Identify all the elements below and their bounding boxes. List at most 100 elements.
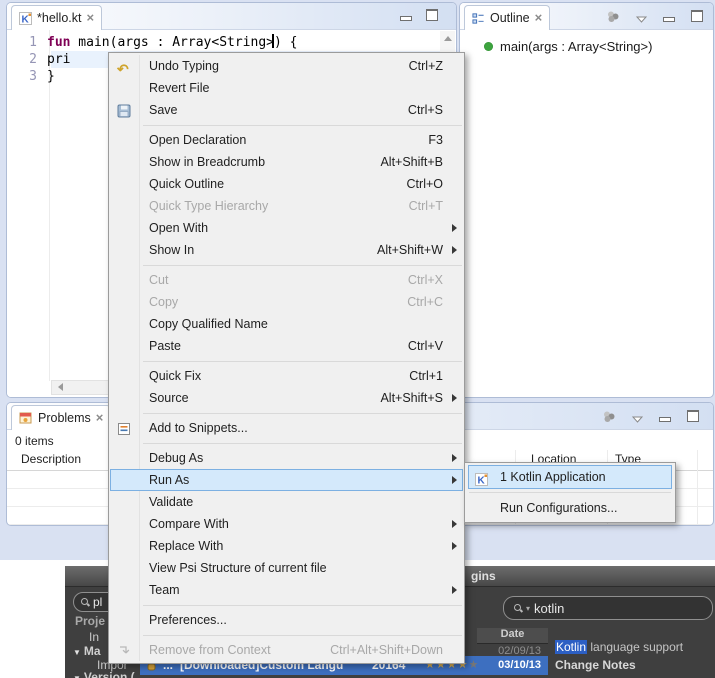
menu-item-1-kotlin-application[interactable]: K1 Kotlin Application xyxy=(468,465,672,489)
menu-item-label: Show in Breadcrumb xyxy=(149,151,265,173)
menu-item-show-in-breadcrumb[interactable]: Show in Breadcrumb Alt+Shift+B xyxy=(110,151,463,173)
menu-item-quick-outline[interactable]: Quick OutlineCtrl+O xyxy=(110,173,463,195)
menu-item-label: Open Declaration xyxy=(149,129,246,151)
chevron-down-icon: ▾ xyxy=(526,604,530,613)
menu-item-replace-with[interactable]: Replace With xyxy=(110,535,463,557)
submenu-arrow-icon xyxy=(452,246,457,254)
problems-item-count: 0 items xyxy=(15,434,54,448)
menu-item-debug-as[interactable]: Debug As xyxy=(110,447,463,469)
menu-item-source[interactable]: SourceAlt+Shift+S xyxy=(110,387,463,409)
menu-item-open-declaration[interactable]: Open DeclarationF3 xyxy=(110,129,463,151)
close-icon[interactable]: × xyxy=(535,13,543,23)
view-filter-icon[interactable] xyxy=(606,10,620,23)
menu-separator xyxy=(143,413,462,414)
left-panel-tree-item[interactable]: ▼Version ( xyxy=(73,670,135,678)
line-number: 2 xyxy=(7,51,47,68)
minimize-icon[interactable] xyxy=(400,16,412,21)
left-panel-label: In xyxy=(89,630,99,644)
scroll-left-icon[interactable] xyxy=(58,383,63,391)
menu-item-label: 1 Kotlin Application xyxy=(500,465,606,489)
menu-item-shortcut: Ctrl+S xyxy=(408,99,443,121)
view-filter-icon[interactable] xyxy=(602,410,616,423)
outline-tab-label: Outline xyxy=(490,11,530,25)
snippet-icon xyxy=(117,421,132,436)
menu-item-team[interactable]: Team xyxy=(110,579,463,601)
menu-item-label: Paste xyxy=(149,335,181,357)
menu-item-copy: CopyCtrl+C xyxy=(110,291,463,313)
minimize-icon[interactable] xyxy=(659,417,671,422)
menu-item-run-as[interactable]: Run As xyxy=(110,469,463,491)
menu-item-label: Quick Type Hierarchy xyxy=(149,195,268,217)
menu-item-label: Preferences... xyxy=(149,609,227,631)
menu-item-revert-file[interactable]: Revert File xyxy=(110,77,463,99)
menu-item-label: Copy xyxy=(149,291,178,313)
menu-separator xyxy=(469,492,671,493)
menu-item-save[interactable]: SaveCtrl+S xyxy=(110,99,463,121)
submenu-arrow-icon xyxy=(452,586,457,594)
problems-tab-label: Problems xyxy=(38,411,91,425)
problems-tab[interactable]: Problems × xyxy=(11,405,111,430)
view-menu-chevron-icon[interactable] xyxy=(636,16,647,23)
date-column-header[interactable]: Date xyxy=(477,628,548,644)
kotlin-file-icon: K xyxy=(19,12,32,25)
code-text: fun main(args : Array<String>) { xyxy=(47,34,297,51)
menu-item-label: Validate xyxy=(149,491,193,513)
left-panel-tree-item[interactable]: ▼Ma xyxy=(73,644,101,658)
menu-item-view-psi-structure-of-current-file[interactable]: View Psi Structure of current file xyxy=(110,557,463,579)
search-icon xyxy=(81,598,89,606)
menu-item-compare-with[interactable]: Compare With xyxy=(110,513,463,535)
close-icon[interactable]: × xyxy=(96,413,104,423)
minimize-icon[interactable] xyxy=(663,17,675,22)
star-icon: ★ xyxy=(469,659,480,671)
menu-item-shortcut: Ctrl+X xyxy=(408,269,443,291)
maximize-icon[interactable] xyxy=(687,410,699,422)
menu-item-run-configurations[interactable]: Run Configurations... xyxy=(468,496,672,520)
maximize-icon[interactable] xyxy=(426,9,438,21)
collapse-arrow-icon: ▼ xyxy=(73,674,81,678)
submenu-arrow-icon xyxy=(452,520,457,528)
menu-item-shortcut: Alt+Shift+S xyxy=(380,387,443,409)
menu-item-label: Add to Snippets... xyxy=(149,417,248,439)
maximize-icon[interactable] xyxy=(691,10,703,22)
public-method-icon xyxy=(484,42,493,51)
menu-item-add-to-snippets[interactable]: Add to Snippets... xyxy=(110,417,463,439)
date-cell: 03/10/13 xyxy=(479,659,541,671)
menu-item-paste[interactable]: PasteCtrl+V xyxy=(110,335,463,357)
submenu-arrow-icon xyxy=(452,542,457,550)
menu-item-shortcut: Alt+Shift+W xyxy=(377,239,443,261)
menu-item-copy-qualified-name[interactable]: Copy Qualified Name xyxy=(110,313,463,335)
code-token: pri xyxy=(47,52,70,67)
menu-item-show-in[interactable]: Show InAlt+Shift+W xyxy=(110,239,463,261)
menu-item-label: Replace With xyxy=(149,535,223,557)
view-menu-chevron-icon[interactable] xyxy=(632,416,643,423)
menu-item-shortcut: Alt+Shift+B xyxy=(380,151,443,173)
close-icon[interactable]: × xyxy=(86,13,94,23)
column-header-description[interactable]: Description xyxy=(21,452,81,466)
menu-item-label: Cut xyxy=(149,269,168,291)
submenu-arrow-icon xyxy=(452,394,457,402)
menu-item-open-with[interactable]: Open With xyxy=(110,217,463,239)
menu-item-quick-fix[interactable]: Quick FixCtrl+1 xyxy=(110,365,463,387)
menu-item-label: Run Configurations... xyxy=(500,496,617,520)
undo-icon: ↶ xyxy=(117,59,132,74)
outline-tab[interactable]: Outline × xyxy=(464,5,550,30)
code-token: main(args : Array<String>) { xyxy=(70,35,297,50)
remove-context-icon xyxy=(117,643,132,658)
menu-item-label: Remove from Context xyxy=(149,639,271,661)
collapse-arrow-icon: ▼ xyxy=(73,648,81,657)
code-text: pri xyxy=(47,51,70,68)
menu-item-label: Compare With xyxy=(149,513,229,535)
menu-item-preferences[interactable]: Preferences... xyxy=(110,609,463,631)
line-number: 3 xyxy=(7,68,47,85)
workbench: gins pl Proje In ▼Ma Impor ▼Version ( ▾ … xyxy=(0,0,715,678)
outline-item-main[interactable]: main(args : Array<String>) xyxy=(484,39,652,54)
menu-item-undo-typing[interactable]: ↶Undo TypingCtrl+Z xyxy=(110,55,463,77)
scroll-up-icon[interactable] xyxy=(444,36,452,41)
svg-text:K: K xyxy=(22,14,30,25)
menu-item-shortcut: Ctrl+T xyxy=(409,195,443,217)
editor-context-menu: ↶Undo TypingCtrl+ZRevert FileSaveCtrl+S O… xyxy=(108,52,465,664)
plugins-search-field[interactable]: ▾ kotlin xyxy=(503,596,713,620)
menu-item-remove-from-context: Remove from ContextCtrl+Alt+Shift+Down xyxy=(110,639,463,661)
editor-tab-hello-kt[interactable]: K *hello.kt × xyxy=(11,5,102,30)
menu-item-validate[interactable]: Validate xyxy=(110,491,463,513)
